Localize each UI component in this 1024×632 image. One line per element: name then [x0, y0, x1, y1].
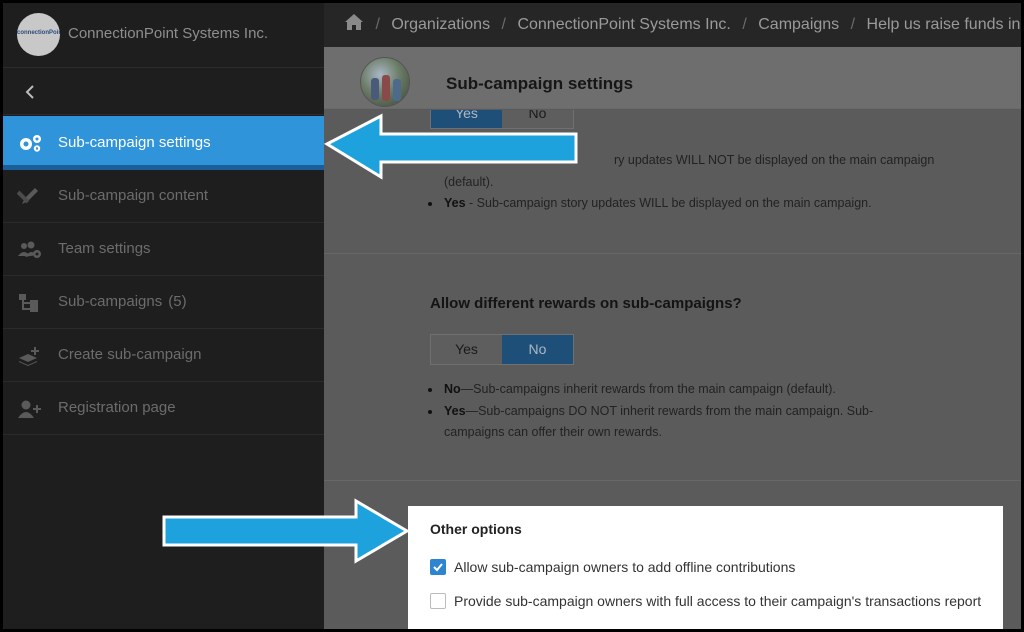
sidebar-item-label: Sub-campaigns (5) — [58, 293, 187, 310]
org-header[interactable]: connectionPoint ConnectionPoint Systems … — [3, 3, 324, 68]
sidebar-item-sub-campaign-content[interactable]: Sub-campaign content — [3, 170, 324, 223]
back-button[interactable] — [3, 69, 324, 115]
org-logo-text: connectionPoint — [17, 30, 60, 36]
rewards-bullet-no-text: —Sub-campaigns inherit rewards from the … — [460, 382, 836, 396]
right-arrow-annotation — [162, 498, 410, 564]
layers-plus-icon — [19, 347, 39, 366]
other-options-panel: Other options Allow sub-campaign owners … — [408, 506, 1003, 629]
bullet-dot — [428, 388, 432, 392]
sidebar-item-team-settings[interactable]: Team settings — [3, 223, 324, 276]
rewards-bullet-yes: Yes—Sub-campaigns DO NOT inherit rewards… — [444, 401, 873, 422]
other-options-title: Other options — [430, 521, 522, 537]
rewards-section-title: Allow different rewards on sub-campaigns… — [430, 295, 742, 312]
breadcrumb-campaign[interactable]: Help us raise funds in our F — [867, 16, 1021, 34]
sidebar-item-registration-page[interactable]: Registration page — [3, 382, 324, 435]
rewards-no-button[interactable]: No — [502, 335, 573, 364]
page-header: Sub-campaign settings — [324, 47, 1021, 109]
sidebar-item-label: Registration page — [58, 399, 176, 416]
breadcrumb-organization[interactable]: ConnectionPoint Systems Inc. — [517, 16, 730, 34]
story-bullet-yes-label: Yes — [444, 196, 466, 210]
sidebar-item-label: Sub-campaign settings — [58, 134, 211, 151]
rewards-bullet-no: No—Sub-campaigns inherit rewards from th… — [444, 379, 836, 400]
breadcrumb-separator: / — [375, 15, 380, 33]
sub-campaigns-count: (5) — [168, 293, 187, 310]
pencil-ruler-icon — [17, 188, 38, 204]
story-bullet-yes-text: - Sub-campaign story updates WILL be dis… — [465, 196, 872, 210]
breadcrumb-campaigns[interactable]: Campaigns — [758, 16, 839, 34]
breadcrumb-separator: / — [501, 15, 506, 33]
left-arrow-annotation — [323, 113, 578, 180]
breadcrumb-separator: / — [742, 15, 747, 33]
checkmark-icon — [433, 563, 443, 572]
app-frame: connectionPoint ConnectionPoint Systems … — [3, 3, 1021, 629]
org-name: ConnectionPoint Systems Inc. — [68, 25, 269, 42]
page-title: Sub-campaign settings — [446, 74, 634, 93]
rewards-toggle: Yes No — [430, 334, 574, 365]
team-gear-icon — [18, 241, 41, 258]
sidebar-item-label: Team settings — [58, 240, 151, 257]
hierarchy-icon — [19, 294, 38, 312]
offline-contributions-checkbox[interactable] — [430, 559, 446, 575]
home-icon[interactable] — [344, 13, 364, 36]
transactions-report-checkbox[interactable] — [430, 593, 446, 609]
transactions-report-label: Provide sub-campaign owners with full ac… — [454, 593, 982, 609]
sidebar-item-create-sub-campaign[interactable]: Create sub-campaign — [3, 329, 324, 382]
org-logo: connectionPoint — [17, 13, 60, 56]
story-bullet-no-text: ry updates WILL NOT be displayed on the … — [614, 153, 935, 167]
sidebar-item-sub-campaign-settings[interactable]: Sub-campaign settings — [3, 116, 324, 170]
sidebar-nav: Sub-campaign settings Sub-campaign conte… — [3, 116, 324, 435]
story-bullet-yes: Yes - Sub-campaign story updates WILL be… — [444, 193, 872, 214]
breadcrumb-organizations[interactable]: Organizations — [391, 16, 490, 34]
rewards-bullet-yes-line2: campaigns can offer their own rewards. — [444, 425, 662, 439]
breadcrumb-separator: / — [850, 15, 856, 33]
section-divider — [324, 480, 1021, 481]
offline-contributions-label: Allow sub-campaign owners to add offline… — [454, 559, 796, 575]
bullet-dot — [428, 202, 432, 206]
sidebar-item-text: Sub-campaigns — [58, 293, 163, 310]
rewards-bullet-yes-text: —Sub-campaigns DO NOT inherit rewards fr… — [465, 404, 874, 418]
breadcrumb: / Organizations / ConnectionPoint System… — [324, 3, 1021, 47]
chevron-left-icon — [25, 85, 34, 99]
section-divider — [324, 253, 1021, 254]
bullet-dot — [428, 410, 432, 414]
campaign-avatar — [360, 57, 410, 107]
sidebar-item-sub-campaigns[interactable]: Sub-campaigns (5) — [3, 276, 324, 329]
sidebar-item-label: Sub-campaign content — [58, 187, 209, 204]
rewards-yes-button[interactable]: Yes — [431, 335, 502, 364]
user-plus-icon — [18, 400, 41, 418]
rewards-bullet-no-label: No — [444, 382, 461, 396]
gears-icon — [20, 135, 41, 152]
sidebar-item-label: Create sub-campaign — [58, 346, 202, 363]
rewards-bullet-yes-label: Yes — [444, 404, 466, 418]
